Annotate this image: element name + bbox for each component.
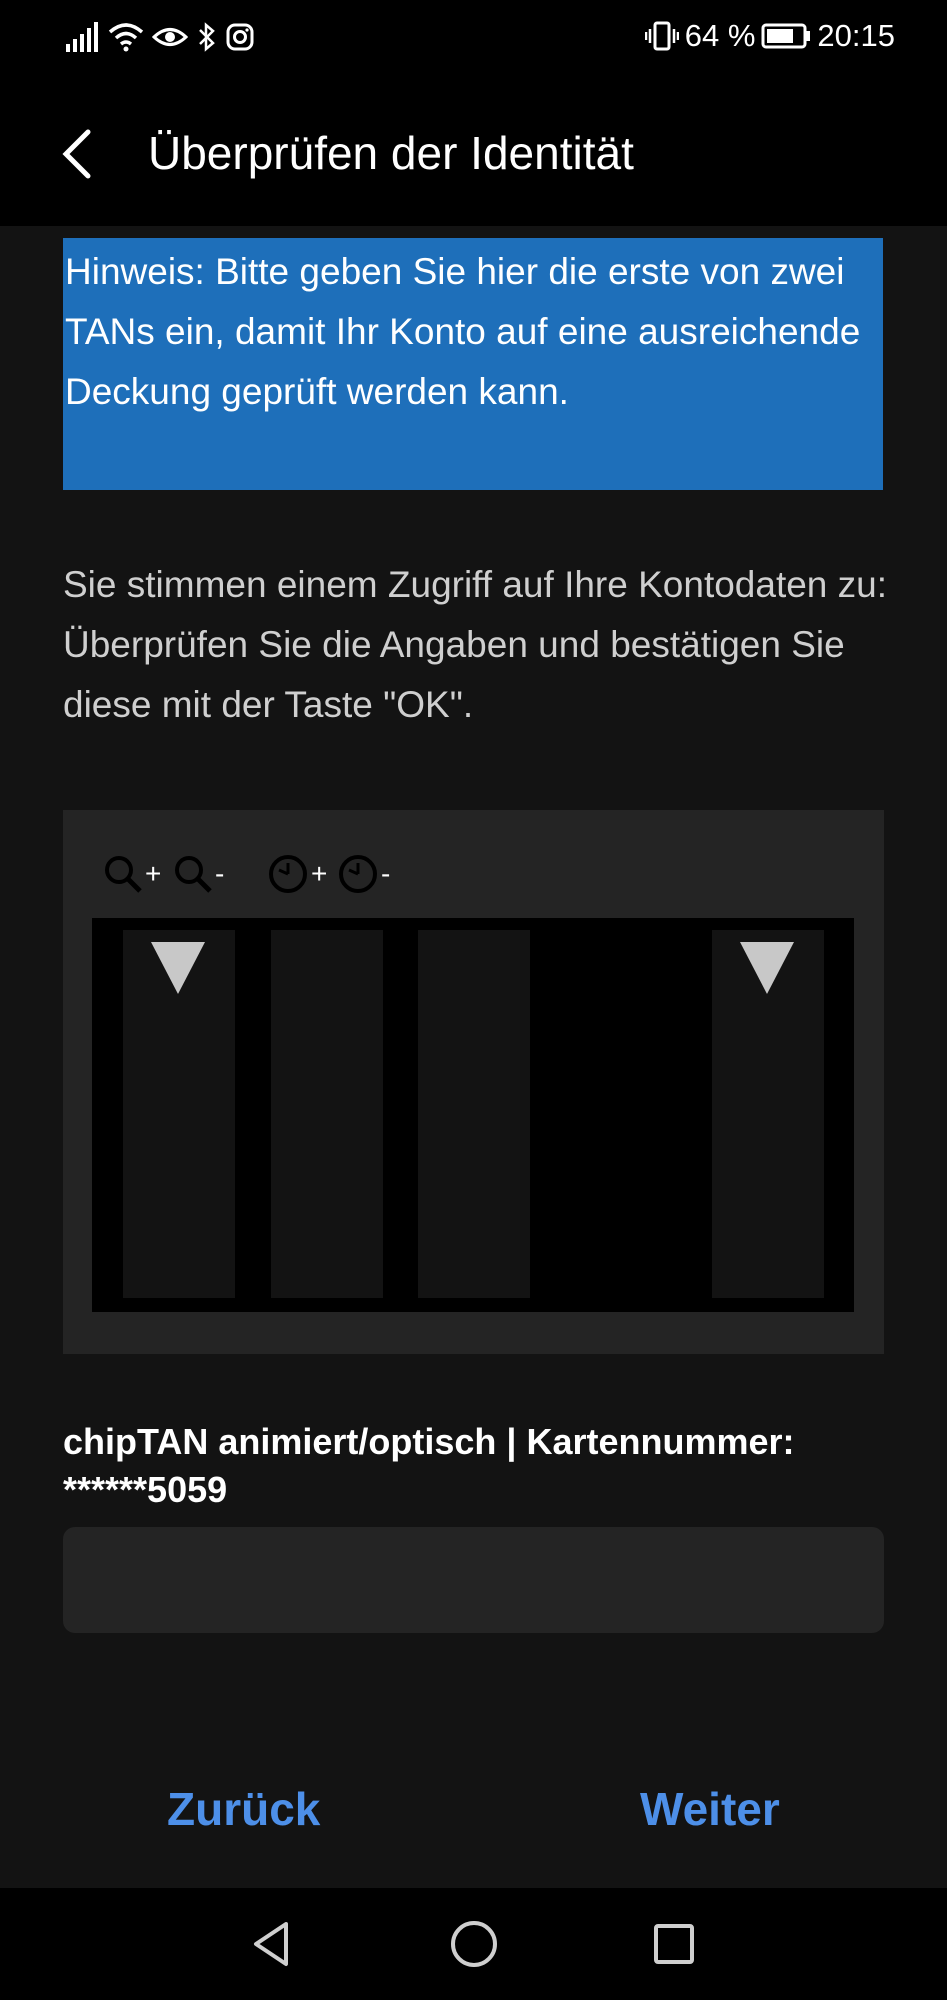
next-button[interactable]: Weiter [640,1782,780,1836]
wifi-icon [108,23,144,52]
status-bar: 64 % 20:15 [0,0,947,82]
consent-text: Sie stimmen einem Zugriff auf Ihre Konto… [63,564,888,725]
clock-icon [339,855,377,893]
speed-up-button[interactable]: + [267,846,327,902]
bluetooth-icon [199,22,215,52]
zoom-in-label: + [145,858,162,889]
app-bar: Überprüfen der Identität [0,82,947,226]
magnifier-icon [105,856,142,893]
chevron-left-icon [62,129,91,179]
instagram-icon [226,23,254,51]
status-icons-right: 64 % 20:15 [644,18,895,54]
magnifier-icon [175,856,212,893]
eye-icon [152,28,188,46]
nav-recents-icon[interactable] [648,1918,700,1970]
triangle-marker-icon [151,942,205,994]
flicker-bar [271,930,383,1298]
speed-down-label: - [381,858,391,889]
flicker-bar [712,930,824,1298]
signal-icon [66,22,98,52]
clock: 20:15 [817,18,895,53]
flicker-bar [123,930,235,1298]
page-title: Überprüfen der Identität [148,127,634,179]
system-nav-bar [0,1888,947,2000]
zoom-out-label: - [215,858,225,889]
status-icons-left [66,22,254,52]
triangle-marker-icon [740,942,794,994]
flicker-bar [418,930,530,1298]
zoom-out-button[interactable]: - [173,846,224,902]
tan-input[interactable] [63,1527,884,1633]
battery-percent: 64 % [684,18,756,53]
zoom-in-button[interactable]: + [103,846,161,902]
speed-down-button[interactable]: - [337,846,390,902]
nav-back-icon[interactable] [246,1918,298,1970]
battery-icon [761,23,811,49]
clock-icon [269,855,307,893]
speed-up-label: + [311,858,328,889]
hint-box: Hinweis: Bitte geben Sie hier die erste … [63,238,883,490]
flicker-code-area [92,918,854,1312]
back-arrow-button[interactable] [50,124,110,184]
flicker-panel: + - + - [63,810,884,1354]
back-button[interactable]: Zurück [167,1782,320,1836]
nav-home-icon[interactable] [448,1918,500,1970]
vibrate-icon [644,21,679,51]
tan-field-label: chipTAN animiert/optisch | Kartennummer:… [63,1421,795,1510]
